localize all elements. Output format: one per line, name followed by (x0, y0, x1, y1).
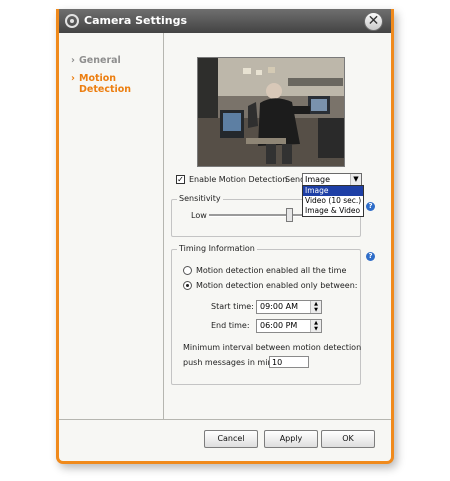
camera-preview-photo (198, 58, 344, 166)
send-select-value: Image (305, 175, 331, 184)
cancel-button[interactable]: Cancel (204, 430, 258, 448)
title-bar[interactable]: Camera Settings ✕ (59, 9, 391, 33)
window-title: Camera Settings (84, 14, 188, 27)
send-option-video[interactable]: Video (10 sec.) (303, 196, 363, 206)
chevron-down-icon[interactable]: ▼ (310, 326, 321, 332)
footer-divider (59, 419, 391, 420)
end-time-label: End time: (211, 321, 250, 330)
radio-all-time[interactable] (183, 266, 192, 275)
sensitivity-low-label: Low (191, 211, 207, 220)
camera-settings-window: Camera Settings ✕ › General › Motion Det… (56, 9, 394, 464)
sensitivity-slider-thumb[interactable] (286, 208, 293, 222)
sidebar: › General › Motion Detection (59, 33, 164, 419)
enable-motion-checkbox[interactable]: ✓ (176, 175, 185, 184)
radio-all-time-label: Motion detection enabled all the time (196, 266, 347, 275)
chevron-right-icon: › (71, 73, 75, 84)
end-time-value: 06:00 PM (260, 321, 298, 330)
radio-only-between-label: Motion detection enabled only between: (196, 281, 358, 290)
enable-motion-label: Enable Motion Detection (189, 175, 288, 184)
ok-button[interactable]: OK (321, 430, 375, 448)
chevron-down-icon[interactable]: ▼ (350, 174, 361, 185)
send-option-image[interactable]: Image (303, 186, 363, 196)
sidebar-item-label: Motion Detection (79, 73, 132, 95)
sensitivity-help-icon[interactable]: ? (366, 202, 375, 211)
start-time-label: Start time: (211, 302, 254, 311)
close-icon[interactable]: ✕ (364, 12, 383, 31)
sidebar-item-label: General (79, 55, 121, 66)
sidebar-item-general[interactable]: › General (71, 55, 121, 66)
camera-icon (65, 14, 79, 28)
start-time-value: 09:00 AM (260, 302, 298, 311)
end-time-stepper[interactable]: 06:00 PM ▲ ▼ (256, 319, 322, 333)
interval-label-line1: Minimum interval between motion detectio… (183, 343, 362, 352)
camera-preview-image (197, 57, 345, 167)
sensitivity-title: Sensitivity (177, 194, 223, 203)
timing-title: Timing Information (177, 244, 257, 253)
sidebar-item-motion-detection[interactable]: › Motion Detection (71, 73, 139, 95)
interval-label-line2: push messages in mins: (183, 358, 280, 367)
send-option-image-video[interactable]: Image & Video (10 sec.) (303, 206, 363, 216)
apply-button[interactable]: Apply (264, 430, 318, 448)
interval-input[interactable]: 10 (269, 356, 309, 368)
chevron-down-icon[interactable]: ▼ (310, 307, 321, 313)
radio-only-between[interactable] (183, 281, 192, 290)
chevron-right-icon: › (71, 55, 75, 66)
timing-help-icon[interactable]: ? (366, 252, 375, 261)
send-dropdown-list: Image Video (10 sec.) Image & Video (10 … (302, 185, 364, 217)
start-time-stepper[interactable]: 09:00 AM ▲ ▼ (256, 300, 322, 314)
